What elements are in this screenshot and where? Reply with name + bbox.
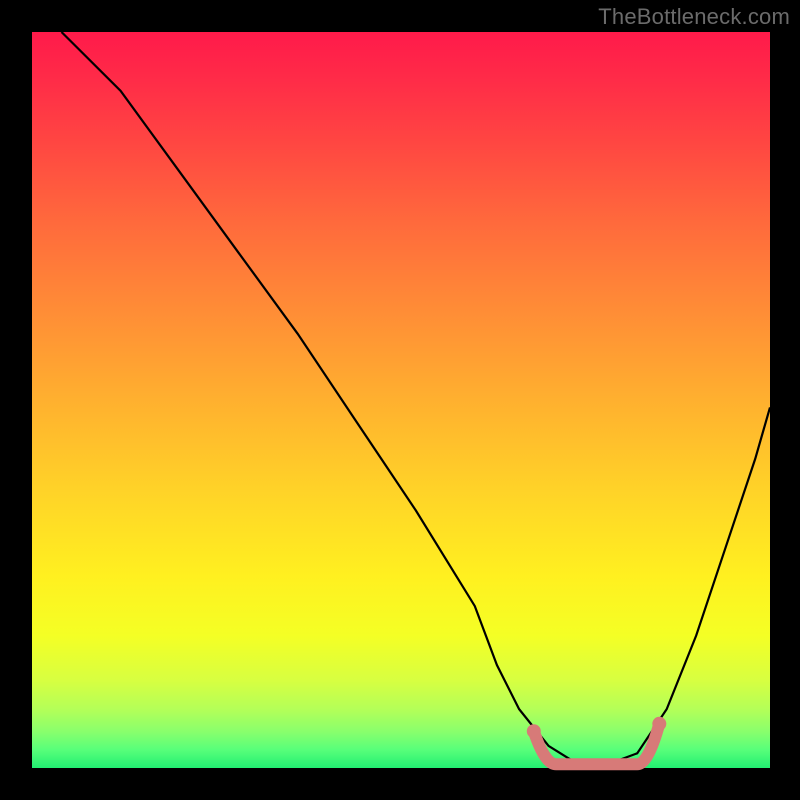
optimal-range-end-dot <box>652 717 666 731</box>
chart-svg <box>0 0 800 800</box>
chart-stage: TheBottleneck.com <box>0 0 800 800</box>
optimal-range-start-dot <box>527 724 541 738</box>
watermark-text: TheBottleneck.com <box>598 4 790 30</box>
plot-background <box>32 32 770 768</box>
